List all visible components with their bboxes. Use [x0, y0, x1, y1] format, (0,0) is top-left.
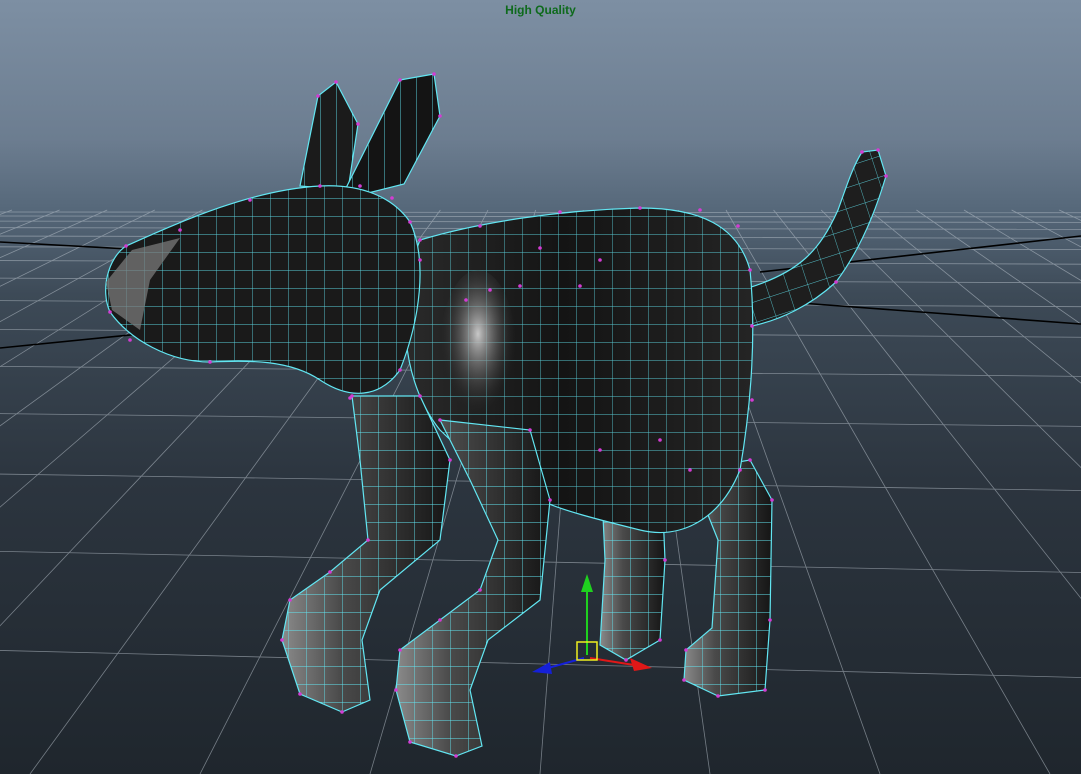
vertex-point: [340, 710, 344, 714]
vertex-point: [358, 184, 362, 188]
vertex-point: [598, 448, 602, 452]
vertex-point: [318, 184, 322, 188]
vertex-point: [366, 538, 370, 542]
vertex-point: [684, 648, 688, 652]
vertex-point: [438, 114, 442, 118]
vertex-point: [736, 224, 740, 228]
vertex-point: [408, 740, 412, 744]
vertex-point: [316, 94, 320, 98]
vertex-point: [298, 692, 302, 696]
vertex-point: [638, 206, 642, 210]
vertex-point: [488, 288, 492, 292]
vertex-point: [108, 310, 112, 314]
vertex-point: [418, 394, 422, 398]
vertex-point: [478, 588, 482, 592]
vertex-point: [408, 220, 412, 224]
vertex-point: [876, 148, 880, 152]
vertex-point: [558, 210, 562, 214]
arrow-up-icon[interactable]: [581, 574, 593, 592]
vertex-point: [478, 224, 482, 228]
vertex-point: [663, 558, 667, 562]
vertex-point: [748, 268, 752, 272]
vertex-point: [394, 688, 398, 692]
vertex-point: [548, 498, 552, 502]
torso[interactable]: [404, 207, 754, 534]
vertex-point: [438, 418, 442, 422]
vertex-point: [834, 280, 838, 284]
vertex-point: [682, 678, 686, 682]
vertex-point: [860, 150, 864, 154]
vertex-point: [884, 174, 888, 178]
vertex-point: [688, 468, 692, 472]
vertex-point: [178, 228, 182, 232]
vertex-point: [398, 368, 402, 372]
arrow-right-icon[interactable]: [630, 658, 652, 671]
vertex-point: [750, 324, 754, 328]
vertex-point: [448, 458, 452, 462]
vertex-point: [398, 648, 402, 652]
vertex-point: [716, 694, 720, 698]
dog-mesh[interactable]: [105, 72, 888, 758]
ear-left[interactable]: [299, 81, 359, 191]
vertex-point: [528, 428, 532, 432]
3d-viewport[interactable]: High Quality: [0, 0, 1081, 774]
vertex-point: [658, 638, 662, 642]
vertex-point: [518, 284, 522, 288]
vertex-point: [398, 78, 402, 82]
vertex-point: [578, 284, 582, 288]
vertex-point: [698, 208, 702, 212]
vertex-point: [390, 196, 394, 200]
vertex-point: [418, 258, 422, 262]
vertex-point: [750, 398, 754, 402]
vertex-point: [464, 298, 468, 302]
vertex-point: [598, 258, 602, 262]
vertex-point: [738, 468, 742, 472]
vertex-point: [124, 244, 128, 248]
head[interactable]: [105, 185, 421, 394]
vertex-point: [748, 458, 752, 462]
vertex-point: [248, 198, 252, 202]
vertex-point: [763, 688, 767, 692]
vertex-point: [418, 238, 422, 242]
vertex-point: [432, 72, 436, 76]
vertex-point: [438, 618, 442, 622]
vertex-point: [208, 360, 212, 364]
scene-canvas[interactable]: [0, 0, 1081, 774]
vertex-point: [350, 394, 354, 398]
vertex-point: [328, 570, 332, 574]
vertex-point: [454, 754, 458, 758]
vertex-point: [280, 638, 284, 642]
vertex-point: [768, 618, 772, 622]
vertex-point: [334, 80, 338, 84]
vertex-point: [770, 498, 774, 502]
vertex-point: [538, 246, 542, 250]
vertex-point: [128, 338, 132, 342]
vertex-point: [356, 122, 360, 126]
vertex-point: [658, 438, 662, 442]
vertex-point: [624, 658, 628, 662]
vertex-point: [288, 598, 292, 602]
